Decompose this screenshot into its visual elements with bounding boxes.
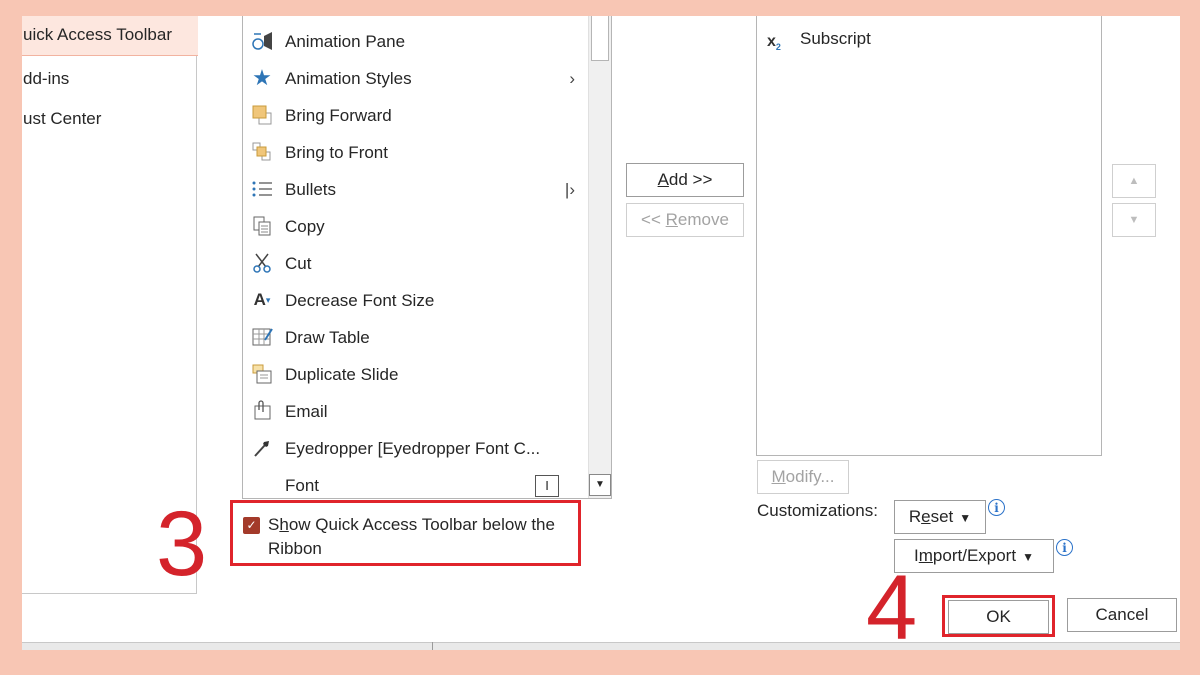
list-item-label: Cut — [285, 254, 312, 273]
button-label: << — [641, 210, 666, 229]
list-item-label: Font — [285, 476, 320, 495]
nav-item-quick-access-toolbar[interactable]: uick Access Toolbar — [22, 16, 198, 56]
label-part: ow Quick Access Toolbar below the Ribbon — [268, 515, 555, 558]
add-button[interactable]: Add >> — [626, 163, 744, 197]
list-item-label: Bring Forward — [285, 106, 392, 125]
font-box-icon: I — [535, 475, 559, 497]
list-item-draw-table[interactable]: Draw Table — [243, 319, 587, 356]
list-item-label: Eyedropper [Eyedropper Font C... — [285, 439, 541, 458]
nav-item-label: dd-ins — [23, 69, 70, 88]
caret-down-icon: ▼ — [959, 511, 972, 525]
star-icon: ★ — [252, 65, 272, 90]
button-label: odify... — [785, 467, 835, 486]
step-number-3: 3 — [156, 493, 208, 595]
info-icon[interactable]: i — [988, 499, 1005, 516]
list-item-font[interactable]: Font I — [243, 467, 587, 498]
move-down-button[interactable]: ▼ — [1112, 203, 1156, 237]
button-mnemonic: M — [771, 467, 786, 486]
list-item-bring-forward[interactable]: Bring Forward — [243, 97, 587, 134]
nav-item-trust-center[interactable]: ust Center — [22, 99, 198, 139]
nav-item-add-ins[interactable]: dd-ins — [22, 59, 198, 99]
modify-button[interactable]: Modify... — [757, 460, 849, 494]
remove-button[interactable]: << Remove — [626, 203, 744, 237]
quick-access-toolbar-list[interactable]: x2 Subscript — [756, 16, 1102, 456]
list-item-label: Bullets — [285, 180, 337, 199]
divider — [432, 642, 433, 650]
scroll-down-icon[interactable]: ▼ — [589, 474, 611, 496]
step-number-4: 4 — [866, 557, 918, 650]
decrease-font-icon: A ▾ — [253, 290, 271, 309]
bullets-icon — [251, 178, 273, 200]
list-item-label: Subscript — [800, 29, 871, 48]
list-item-label: Email — [285, 402, 328, 421]
label-mnemonic: h — [279, 515, 289, 534]
cancel-button[interactable]: Cancel — [1067, 598, 1177, 632]
reset-dropdown[interactable]: Reset ▼ — [894, 500, 986, 534]
move-up-button[interactable]: ▲ — [1112, 164, 1156, 198]
vertical-scrollbar[interactable]: ▼ — [588, 16, 611, 498]
button-label: set — [930, 507, 954, 526]
nav-item-label: uick Access Toolbar — [23, 25, 172, 44]
eyedropper-icon — [251, 437, 273, 459]
list-item-decrease-font-size[interactable]: A ▾ Decrease Font Size — [243, 282, 587, 319]
list-item-label: Draw Table — [285, 328, 370, 347]
list-item-bring-to-front[interactable]: Bring to Front — [243, 134, 587, 171]
customizations-label: Customizations: — [757, 501, 878, 520]
list-item-copy[interactable]: Copy — [243, 208, 587, 245]
commands-list[interactable]: Animation Pane ★ Animation Styles › Brin… — [242, 16, 612, 499]
button-label: R — [908, 507, 922, 526]
customize-dialog: uick Access Toolbar dd-ins ust Center An… — [22, 16, 1180, 650]
list-item-bullets[interactable]: Bullets |› — [243, 171, 587, 208]
subscript-icon: x2 — [767, 33, 781, 53]
list-item-label: Bring to Front — [285, 143, 388, 162]
button-label: dd >> — [668, 170, 713, 189]
list-item-animation-pane[interactable]: Animation Pane — [243, 23, 587, 60]
show-below-ribbon-checkbox[interactable]: ✓ — [243, 517, 260, 534]
button-label: port/Export — [932, 546, 1017, 565]
import-export-dropdown[interactable]: Import/Export ▼ — [894, 539, 1054, 573]
email-icon — [251, 400, 273, 422]
list-item-label: Animation Styles — [285, 69, 412, 88]
label-part: S — [268, 515, 280, 534]
draw-table-icon — [251, 326, 273, 348]
button-label: emove — [677, 210, 729, 229]
list-item-eyedropper[interactable]: Eyedropper [Eyedropper Font C... — [243, 430, 587, 467]
list-item-email[interactable]: Email — [243, 393, 587, 430]
split-chevron-icon: |› — [564, 180, 575, 199]
button-mnemonic: e — [921, 507, 931, 526]
button-mnemonic: R — [665, 210, 678, 229]
info-icon[interactable]: i — [1056, 539, 1073, 556]
show-below-ribbon-label[interactable]: Show Quick Access Toolbar below the Ribb… — [268, 513, 588, 561]
bring-forward-icon — [251, 104, 273, 126]
bring-to-front-icon — [251, 141, 273, 163]
chevron-right-icon: › — [569, 69, 575, 88]
button-mnemonic: m — [918, 546, 933, 565]
ok-button[interactable]: OK — [948, 600, 1049, 634]
nav-item-label: ust Center — [23, 109, 102, 128]
list-item-label: Duplicate Slide — [285, 365, 399, 384]
copy-icon — [251, 215, 273, 237]
animation-pane-icon — [251, 30, 273, 52]
list-item-cut[interactable]: Cut — [243, 245, 587, 282]
status-strip — [22, 642, 1180, 650]
list-item-animation-styles[interactable]: ★ Animation Styles › — [243, 60, 587, 97]
list-item-label: Decrease Font Size — [285, 291, 435, 310]
duplicate-slide-icon — [251, 363, 273, 385]
scroll-thumb[interactable] — [591, 16, 609, 61]
list-item-label: Copy — [285, 217, 325, 236]
scissors-icon — [251, 252, 273, 274]
button-mnemonic: A — [657, 170, 669, 189]
list-item-duplicate-slide[interactable]: Duplicate Slide — [243, 356, 587, 393]
caret-down-icon: ▼ — [1022, 550, 1034, 564]
list-item-label: Animation Pane — [285, 32, 406, 51]
